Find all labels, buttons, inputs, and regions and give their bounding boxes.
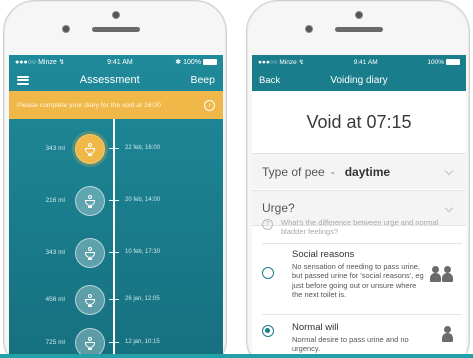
app-stage: ●●●○○ Minze ↯ 9:41 AM ✱ 100% Assessment …	[0, 0, 473, 358]
camera-icon	[112, 11, 120, 19]
speaker-grille	[92, 27, 140, 32]
back-button[interactable]: Back	[259, 75, 280, 86]
connector	[109, 148, 119, 149]
two-people-icon	[430, 266, 454, 282]
reminder-text: Please complete your diary for the void …	[17, 101, 161, 109]
toilet-icon[interactable]	[75, 285, 105, 315]
header: ●●●○○ Minze ↯ 9:41 AM 100% Back Voiding …	[252, 55, 466, 91]
status-bar: ●●●○○ Minze ↯ 9:41 AM 100%	[252, 55, 466, 69]
toilet-icon[interactable]	[72, 131, 108, 167]
reminder-banner[interactable]: Please complete your diary for the void …	[9, 91, 223, 119]
option-title: Normal will	[292, 322, 339, 333]
menu-icon[interactable]	[17, 75, 29, 85]
volume-label: 343 ml	[45, 249, 65, 256]
nav-bar: Assessment Beep	[9, 69, 223, 91]
timeline-entry[interactable]: 216 ml 20 feb, 14:00	[9, 186, 223, 216]
option-description: Normal desire to pass urine and no urgen…	[292, 335, 409, 354]
page-title: Voiding diary	[330, 74, 388, 86]
help-link[interactable]: ? What's the difference between urge and…	[262, 218, 462, 237]
radio-button-selected[interactable]	[262, 325, 274, 337]
type-separator: -	[330, 164, 335, 179]
volume-label: 456 ml	[45, 296, 65, 303]
connector	[109, 200, 119, 201]
chevron-right-icon[interactable]: ›	[204, 99, 215, 111]
date-label: 20 feb, 14:00	[125, 197, 161, 203]
timeline-entry[interactable]: 343 ml 22 feb, 16:00	[9, 131, 223, 167]
clock: 9:41 AM	[107, 58, 133, 66]
beep-button[interactable]: Beep	[190, 74, 215, 86]
connector	[109, 299, 119, 300]
radio-button[interactable]	[262, 267, 274, 279]
toilet-icon[interactable]	[75, 238, 105, 268]
battery-icon	[445, 58, 460, 65]
question-icon: ?	[262, 219, 273, 230]
timeline-entry[interactable]: 343 ml 10 feb, 17:30	[9, 238, 223, 268]
timeline-entry[interactable]: 456 ml 26 jan, 12:05	[9, 285, 223, 315]
battery-indicator: 100%	[427, 59, 460, 66]
option-description: No sensation of needing to pass urine, b…	[292, 262, 424, 300]
page-title: Assessment	[79, 74, 140, 86]
voiding-diary-screen: ●●●○○ Minze ↯ 9:41 AM 100% Back Voiding …	[252, 55, 466, 358]
volume-label: 725 ml	[45, 339, 65, 346]
help-text: What's the difference between urge and n…	[281, 218, 439, 237]
chevron-down-icon	[444, 166, 454, 176]
date-label: 10 feb, 17:30	[125, 249, 161, 255]
volume-label: 343 ml	[45, 145, 65, 152]
chevron-down-icon	[444, 203, 454, 213]
speaker-grille	[335, 27, 383, 32]
battery-icon	[202, 59, 217, 66]
option-social-reasons[interactable]: Social reasons No sensation of needing t…	[252, 249, 466, 300]
type-of-pee-select[interactable]: Type of pee - daytime	[252, 153, 466, 189]
option-title: Social reasons	[292, 249, 355, 260]
volume-label: 216 ml	[45, 197, 65, 204]
carrier-label: ●●●○○ Minze ↯	[15, 59, 65, 66]
date-label: 22 feb, 16:00	[125, 145, 161, 151]
connector	[109, 252, 119, 253]
carrier-label: ●●●○○ Minze ↯	[258, 59, 305, 66]
date-label: 26 jan, 12:05	[125, 296, 160, 302]
battery-indicator: ✱ 100%	[175, 58, 217, 66]
date-label: 12 jan, 10:15	[125, 339, 160, 345]
void-title: Void at 07:15	[306, 111, 412, 132]
camera-icon	[355, 11, 363, 19]
toilet-icon[interactable]	[75, 186, 105, 216]
divider	[262, 314, 462, 315]
divider	[262, 243, 462, 244]
connector	[109, 342, 119, 343]
accent-strip	[0, 354, 473, 358]
status-bar: ●●●○○ Minze ↯ 9:41 AM ✱ 100%	[9, 55, 223, 69]
assessment-screen: ●●●○○ Minze ↯ 9:41 AM ✱ 100% Assessment …	[9, 55, 223, 358]
nav-bar: Back Voiding diary	[252, 69, 466, 91]
type-value: daytime	[344, 164, 391, 179]
sensor-icon	[305, 25, 313, 33]
type-label: Type of pee	[262, 164, 325, 179]
sensor-icon	[62, 25, 70, 33]
clock: 9:41 AM	[353, 58, 378, 66]
option-normal-will[interactable]: Normal will Normal desire to pass urine …	[252, 322, 466, 354]
person-icon	[442, 326, 454, 342]
urge-label: Urge?	[262, 201, 295, 215]
